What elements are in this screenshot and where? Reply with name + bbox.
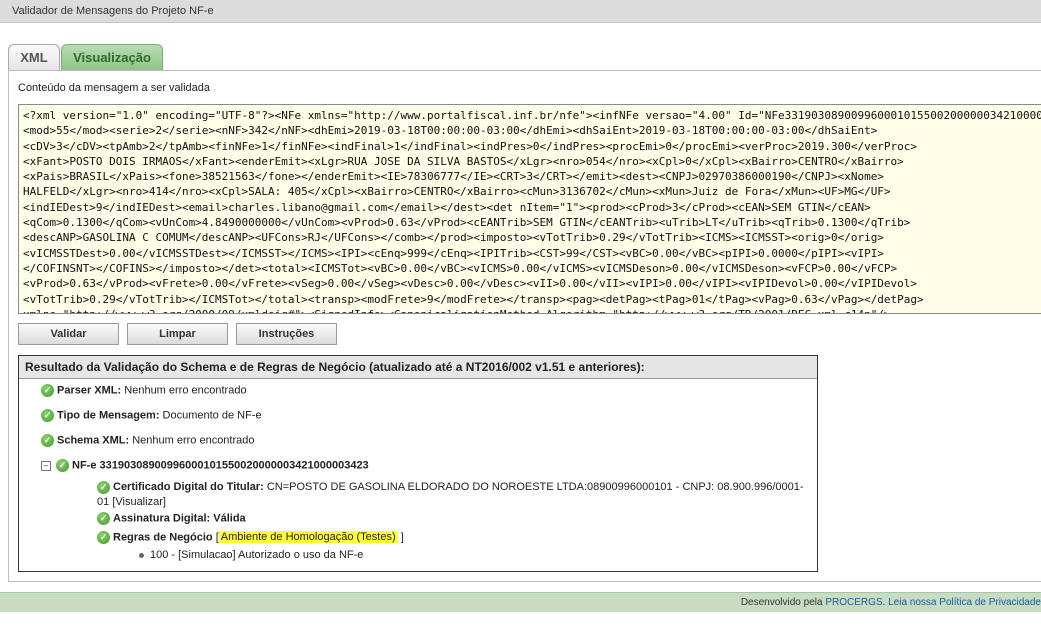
content-label: Conteúdo da mensagem a ser validada xyxy=(18,82,211,94)
tab-visualizacao[interactable]: Visualização xyxy=(61,44,163,70)
schema-row: ✓ Schema XML: Nenhum erro encontrado xyxy=(41,434,255,447)
check-circle-icon: ✓ xyxy=(56,459,69,472)
business-rules-label: Regras de Negócio xyxy=(113,531,213,544)
minus-square-icon[interactable]: − xyxy=(41,460,51,471)
certificate-value-cont: 01 xyxy=(97,496,110,508)
parser-value: Nenhum erro encontrado xyxy=(124,384,247,397)
footer: Desenvolvido pela PROCERGS. Leia nossa P… xyxy=(0,592,1041,612)
signature-value: Válida xyxy=(213,512,246,525)
tipo-value: Documento de NF-e xyxy=(162,409,262,422)
title-bar: Validador de Mensagens do Projeto NF-e xyxy=(0,0,1041,23)
certificate-label: Certificado Digital do Titular: xyxy=(113,481,264,493)
validation-result-panel: Resultado da Validação do Schema e de Re… xyxy=(18,355,818,572)
xml-textarea[interactable]: <?xml version="1.0" encoding="UTF-8"?><N… xyxy=(18,104,1041,314)
business-rules-row: ✓ Regras de Negócio [Ambiente de Homologa… xyxy=(97,531,404,544)
tipo-label: Tipo de Mensagem: xyxy=(57,409,160,422)
bullet-icon xyxy=(139,552,144,558)
environment-badge: Ambiente de Homologação (Testes) xyxy=(218,531,398,544)
check-circle-icon: ✓ xyxy=(41,409,54,422)
signature-label: Assinatura Digital: xyxy=(113,512,211,525)
check-circle-icon: ✓ xyxy=(41,434,54,447)
view-certificate-link[interactable]: [Visualizar] xyxy=(112,496,166,508)
privacy-policy-link[interactable]: Leia nossa Política de Privacidade xyxy=(888,597,1041,608)
certificate-row-cont: 01 [Visualizar] xyxy=(97,496,166,508)
validate-button[interactable]: Validar xyxy=(18,323,119,345)
parser-row: ✓ Parser XML: Nenhum erro encontrado xyxy=(41,384,247,397)
footer-prefix: Desenvolvido pela xyxy=(740,597,826,608)
bracket-close: ] xyxy=(400,531,404,544)
parser-label: Parser XML: xyxy=(57,384,122,397)
schema-value: Nenhum erro encontrado xyxy=(132,434,255,447)
procergs-link[interactable]: PROCERGS xyxy=(825,597,882,608)
signature-row: ✓ Assinatura Digital: Válida xyxy=(97,512,246,525)
schema-label: Schema XML: xyxy=(57,434,130,447)
certificate-value: CN=POSTO DE GASOLINA ELDORADO DO NOROEST… xyxy=(266,481,804,493)
tab-xml[interactable]: XML xyxy=(8,44,60,70)
check-circle-icon: ✓ xyxy=(97,531,110,544)
status-row: 100 - [Simulacao] Autorizado o uso da NF… xyxy=(139,549,363,561)
xml-content[interactable]: <?xml version="1.0" encoding="UTF-8"?><N… xyxy=(19,105,1041,313)
nfe-id: NF-e 33190308900996000101550020000003421… xyxy=(72,459,369,472)
tipo-row: ✓ Tipo de Mensagem: Documento de NF-e xyxy=(41,409,262,422)
status-message: 100 - [Simulacao] Autorizado o uso da NF… xyxy=(150,549,364,561)
instructions-button[interactable]: Instruções xyxy=(236,323,337,345)
clear-button[interactable]: Limpar xyxy=(127,323,228,345)
check-circle-icon: ✓ xyxy=(97,512,110,525)
window-title: Validador de Mensagens do Projeto NF-e xyxy=(12,5,214,17)
footer-text: Desenvolvido pela PROCERGS. Leia nossa P… xyxy=(741,597,1041,608)
check-circle-icon: ✓ xyxy=(97,480,110,494)
check-circle-icon: ✓ xyxy=(41,384,54,397)
nfe-row: − ✓ NF-e 331903089009960001015500200000034… xyxy=(41,459,369,472)
result-header: Resultado da Validação do Schema e de Re… xyxy=(19,356,817,379)
certificate-row: ✓ Certificado Digital do Titular: CN=POST… xyxy=(97,479,807,495)
